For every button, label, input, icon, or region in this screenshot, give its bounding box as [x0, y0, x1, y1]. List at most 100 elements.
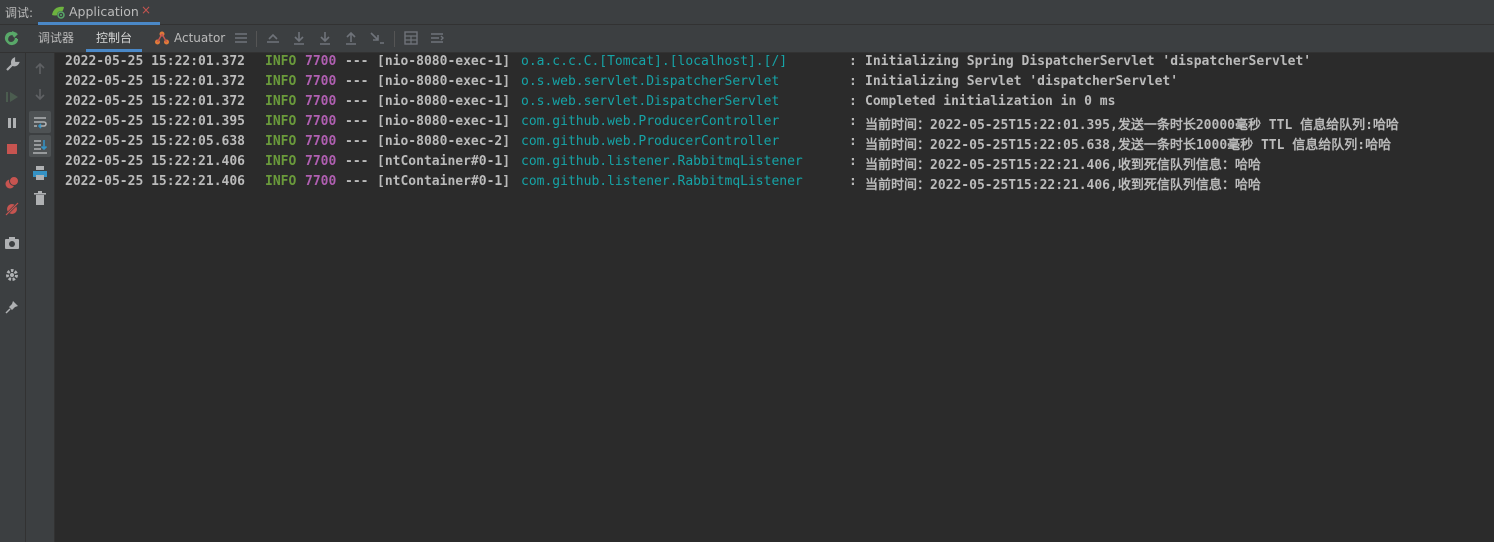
debug-toolbar: 调试器 控制台 Actuator [0, 25, 1494, 53]
log-message: 当前时间：2022-05-25T15:22:21.406,收到死信队列信息：哈哈 [865, 178, 1261, 193]
pause-icon[interactable] [4, 115, 20, 131]
log-separator: --- [345, 94, 369, 109]
step-over-icon[interactable] [291, 30, 307, 46]
log-pid: 7700 [305, 94, 337, 109]
log-level: INFO [265, 74, 297, 89]
application-tab[interactable]: Application × [38, 0, 160, 25]
toolbar-separator [394, 31, 395, 47]
up-arrow-icon[interactable] [32, 61, 48, 77]
spring-boot-debug-icon [52, 6, 65, 19]
log-separator: --- [345, 54, 369, 69]
log-pid: 7700 [305, 134, 337, 149]
log-pid: 7700 [305, 114, 337, 129]
log-line: 2022-05-25 15:22:01.372 INFO 7700 --- [n… [65, 74, 1178, 94]
down-arrow-icon[interactable] [32, 86, 48, 102]
scroll-to-end-icon[interactable] [29, 135, 51, 157]
log-thread: [nio-8080-exec-1] [377, 54, 511, 69]
camera-icon[interactable] [4, 235, 20, 251]
application-tab-title: Application [69, 4, 139, 19]
log-separator: --- [345, 134, 369, 149]
mute-breakpoints-icon[interactable] [4, 201, 20, 217]
log-timestamp: 2022-05-25 15:22:21.406 [65, 154, 246, 169]
log-pid: 7700 [305, 154, 337, 169]
log-timestamp: 2022-05-25 15:22:05.638 [65, 134, 246, 149]
soft-wrap-icon[interactable] [29, 111, 51, 133]
trash-icon[interactable] [32, 190, 48, 206]
log-line: 2022-05-25 15:22:21.406 INFO 7700 --- [n… [65, 154, 1261, 174]
log-level: INFO [265, 114, 297, 129]
log-pid: 7700 [305, 174, 337, 189]
wrench-icon[interactable] [4, 57, 20, 73]
stop-icon[interactable] [4, 141, 20, 157]
tab-actuator-label: Actuator [174, 31, 226, 45]
log-timestamp: 2022-05-25 15:22:21.406 [65, 174, 246, 189]
print-icon[interactable] [32, 165, 48, 181]
log-line: 2022-05-25 15:22:05.638 INFO 7700 --- [n… [65, 134, 1391, 154]
log-timestamp: 2022-05-25 15:22:01.372 [65, 54, 246, 69]
close-tab-icon[interactable]: × [141, 3, 151, 17]
log-pid: 7700 [305, 74, 337, 89]
log-timestamp: 2022-05-25 15:22:01.372 [65, 94, 246, 109]
log-timestamp: 2022-05-25 15:22:01.395 [65, 114, 246, 129]
left-debug-actions-bar [0, 53, 26, 542]
run-to-cursor-icon[interactable] [369, 30, 385, 46]
log-logger: com.github.web.ProducerController [521, 134, 780, 149]
log-separator: --- [345, 154, 369, 169]
log-separator: --- [345, 114, 369, 129]
log-thread: [nio-8080-exec-1] [377, 94, 511, 109]
tab-console[interactable]: 控制台 [86, 25, 143, 52]
log-line: 2022-05-25 15:22:21.406 INFO 7700 --- [n… [65, 174, 1261, 194]
tab-debugger-label: 调试器 [38, 31, 75, 45]
log-colon: : [849, 154, 857, 169]
log-level: INFO [265, 54, 297, 69]
rerun-side-icon[interactable] [4, 31, 20, 47]
log-logger: com.github.listener.RabbitmqListener [521, 154, 803, 169]
settings-icon[interactable] [4, 267, 20, 283]
log-line: 2022-05-25 15:22:01.372 INFO 7700 --- [n… [65, 54, 1311, 74]
log-line: 2022-05-25 15:22:01.395 INFO 7700 --- [n… [65, 114, 1399, 134]
tab-actuator[interactable]: Actuator [150, 25, 235, 49]
resume-icon[interactable] [4, 89, 20, 105]
log-thread: [nio-8080-exec-2] [377, 134, 511, 149]
debug-label: 调试: [5, 6, 34, 20]
log-logger: o.s.web.servlet.DispatcherServlet [521, 74, 780, 89]
log-colon: : [849, 94, 857, 109]
evaluate-icon[interactable] [403, 30, 419, 46]
log-level: INFO [265, 154, 297, 169]
pin-icon[interactable] [4, 299, 20, 315]
view-breakpoints-icon[interactable] [4, 175, 20, 191]
log-colon: : [849, 174, 857, 189]
menu-icon[interactable] [233, 30, 249, 46]
log-logger: o.a.c.c.C.[Tomcat].[localhost].[/] [521, 54, 788, 69]
tab-debugger[interactable]: 调试器 [28, 25, 84, 49]
console-actions-bar [26, 53, 55, 542]
log-thread: [ntContainer#0-1] [377, 154, 511, 169]
log-timestamp: 2022-05-25 15:22:01.372 [65, 74, 246, 89]
log-message: 当前时间：2022-05-25T15:22:05.638,发送一条时长1000毫… [865, 138, 1392, 153]
log-level: INFO [265, 134, 297, 149]
log-level: INFO [265, 174, 297, 189]
toolbar-separator [256, 31, 257, 47]
log-colon: : [849, 54, 857, 69]
log-thread: [ntContainer#0-1] [377, 174, 511, 189]
log-message: 当前时间：2022-05-25T15:22:01.395,发送一条时长20000… [865, 118, 1399, 133]
log-message: Initializing Servlet 'dispatcherServlet' [865, 74, 1179, 89]
log-colon: : [849, 114, 857, 129]
log-message: Completed initialization in 0 ms [865, 94, 1116, 109]
console-output[interactable]: 2022-05-25 15:22:01.372 INFO 7700 --- [n… [55, 53, 1494, 542]
log-colon: : [849, 74, 857, 89]
log-separator: --- [345, 174, 369, 189]
trace-icon[interactable] [429, 30, 445, 46]
log-thread: [nio-8080-exec-1] [377, 74, 511, 89]
log-level: INFO [265, 94, 297, 109]
step-out-icon[interactable] [343, 30, 359, 46]
step-into-icon[interactable] [317, 30, 333, 46]
actuator-icon [155, 31, 169, 45]
log-colon: : [849, 134, 857, 149]
log-thread: [nio-8080-exec-1] [377, 114, 511, 129]
log-message: 当前时间：2022-05-25T15:22:21.406,收到死信队列信息：哈哈 [865, 158, 1261, 173]
log-pid: 7700 [305, 54, 337, 69]
show-execution-point-icon[interactable] [265, 30, 281, 46]
log-message: Initializing Spring DispatcherServlet 'd… [865, 54, 1312, 69]
debug-tool-window-header: 调试: Application × [0, 0, 1494, 25]
